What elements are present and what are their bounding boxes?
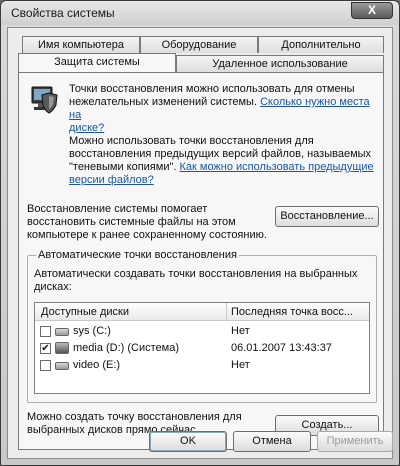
create-description: Можно создать точку восстановления для в…: [27, 411, 267, 437]
drive-row-c[interactable]: sys (C:) Нет: [35, 324, 369, 340]
intro-line5: "теневыми копиями".: [69, 161, 177, 173]
cancel-button-label: Отмена: [252, 435, 292, 447]
intro-line3: Можно использовать точки восстановления …: [69, 135, 314, 147]
intro-line4: восстановления предыдущих версий файлов,…: [69, 148, 372, 160]
auto-desc-line2: дисках:: [34, 281, 72, 293]
cancel-button[interactable]: Отмена: [233, 431, 311, 452]
drive-d-checkbox[interactable]: ✔: [40, 343, 51, 354]
system-restore-button[interactable]: Восстановление...: [275, 206, 379, 227]
system-protection-panel: Точки восстановления можно использовать …: [18, 72, 384, 450]
auto-desc-line1: Автоматически создавать точки восстановл…: [34, 268, 358, 280]
tab-system-protection-label: Защита системы: [54, 56, 140, 68]
dialog-client-area: Имя компьютера Оборудование Дополнительн…: [7, 27, 393, 459]
tab-remote[interactable]: Удаленное использование: [176, 55, 384, 72]
tab-advanced[interactable]: Дополнительно: [258, 36, 384, 53]
disk-space-link-cont[interactable]: диске?: [69, 122, 379, 135]
ok-button-label: OK: [180, 435, 196, 447]
previous-versions-link-cont[interactable]: версии файлов?: [69, 174, 379, 187]
tab-hardware[interactable]: Оборудование: [140, 36, 258, 53]
create-line1: Можно создать точку восстановления для: [27, 411, 242, 423]
drive-d-name: media (D:) (Система): [73, 342, 180, 354]
drive-row-d[interactable]: ✔ media (D:) (Система) 06.01.2007 13:43:…: [35, 341, 369, 357]
column-last-restore-point[interactable]: Последняя точка восс...: [231, 306, 367, 318]
tab-computer-name[interactable]: Имя компьютера: [22, 36, 140, 53]
column-divider[interactable]: [226, 303, 227, 321]
apply-button[interactable]: Применить: [317, 431, 393, 452]
hard-drive-icon: [55, 328, 69, 336]
checkmark-icon: ✔: [41, 343, 50, 354]
drive-e-last-point: Нет: [231, 359, 250, 371]
group-legend: Автоматические точки восстановления: [36, 249, 239, 261]
create-button-label: Создать...: [301, 419, 353, 431]
tab-remote-label: Удаленное использование: [212, 58, 348, 70]
close-icon: X: [367, 3, 376, 17]
tab-computer-name-label: Имя компьютера: [37, 39, 125, 51]
intro-text: Точки восстановления можно использовать …: [69, 83, 379, 187]
auto-points-description: Автоматически создавать точки восстановл…: [34, 268, 374, 294]
drive-c-checkbox[interactable]: [40, 326, 51, 337]
drive-e-checkbox[interactable]: [40, 360, 51, 371]
previous-versions-link[interactable]: Как можно использовать предыдущие: [179, 161, 373, 173]
ok-button[interactable]: OK: [149, 431, 227, 452]
drive-c-name: sys (C:): [73, 325, 111, 337]
restore-line3: компьютере к ранее сохраненному состояни…: [27, 229, 267, 241]
drive-d-last-point: 06.01.2007 13:43:37: [231, 342, 332, 354]
close-button[interactable]: X: [351, 2, 393, 19]
restore-line1: Восстановление системы помогает: [27, 203, 208, 215]
restore-description: Восстановление системы помогает восстано…: [27, 203, 267, 242]
restore-line2: восстановить системные файлы на этом: [27, 216, 236, 228]
drive-row-e[interactable]: video (E:) Нет: [35, 358, 369, 374]
column-available-drives[interactable]: Доступные диски: [41, 306, 221, 318]
auto-restore-points-group: Автоматические точки восстановления Авто…: [27, 249, 377, 403]
computer-shield-icon: [29, 83, 59, 115]
intro-line1: Точки восстановления можно использовать …: [69, 83, 355, 95]
hard-drive-icon: [55, 362, 69, 370]
system-properties-window: Свойства системы X Имя компьютера Оборуд…: [0, 0, 400, 466]
drive-c-last-point: Нет: [231, 325, 250, 337]
tab-advanced-label: Дополнительно: [281, 39, 361, 51]
apply-button-label: Применить: [326, 435, 384, 447]
tab-system-protection[interactable]: Защита системы: [18, 53, 176, 72]
system-restore-button-label: Восстановление...: [280, 210, 374, 222]
title-bar[interactable]: Свойства системы X: [1, 1, 399, 25]
drive-e-name: video (E:): [73, 359, 121, 371]
drives-list-header: Доступные диски Последняя точка восс...: [35, 303, 369, 321]
system-drive-icon: [55, 342, 69, 354]
window-title: Свойства системы: [11, 6, 115, 20]
drives-list[interactable]: Доступные диски Последняя точка восс... …: [34, 302, 370, 394]
create-line2: выбранных дисков прямо сейчас.: [27, 424, 199, 436]
tab-hardware-label: Оборудование: [161, 39, 237, 51]
intro-line2: нежелательных изменений системы.: [69, 96, 258, 108]
